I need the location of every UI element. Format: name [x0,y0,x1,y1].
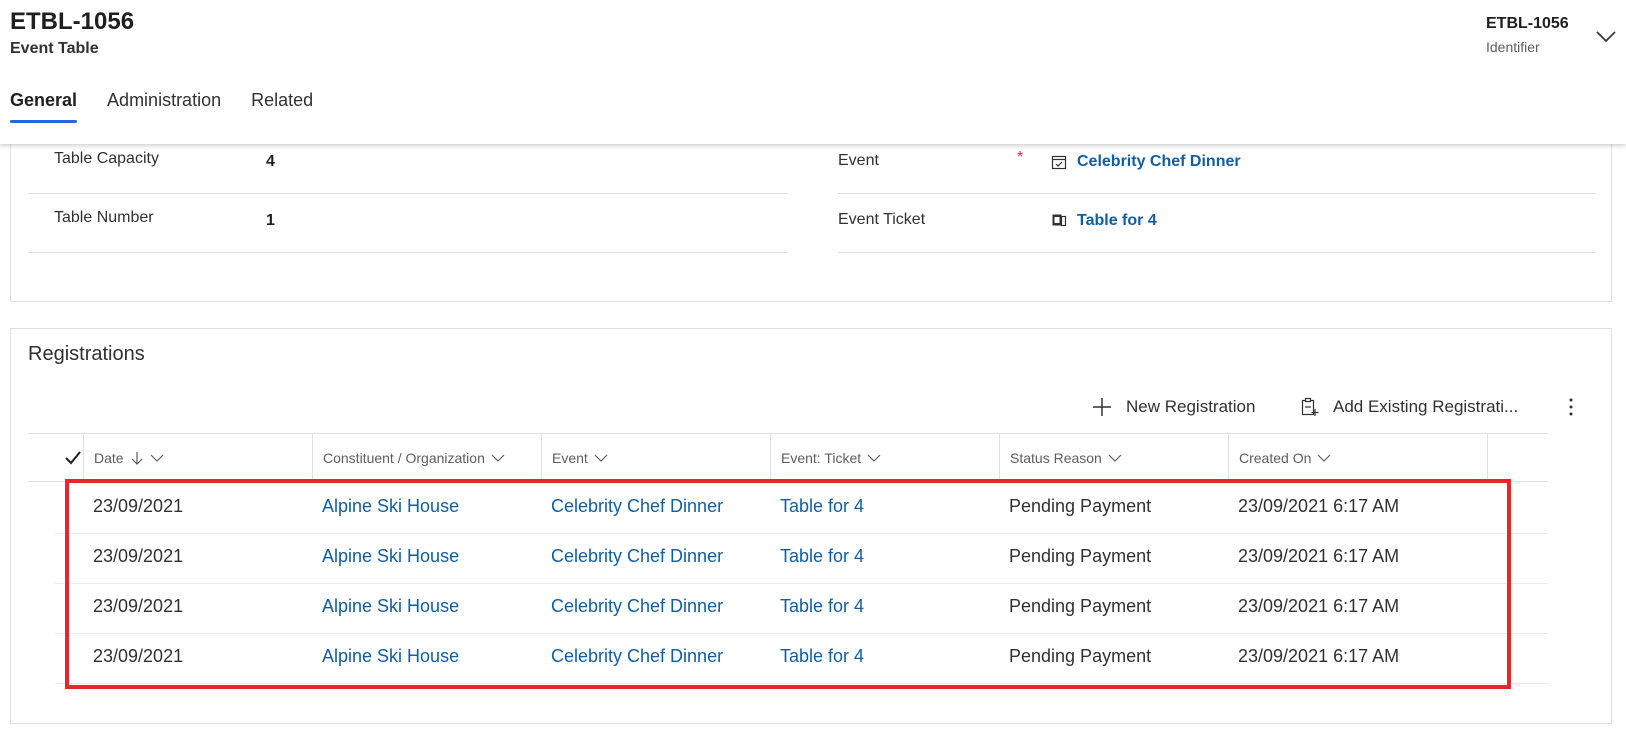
record-header: ETBL-1056 Event Table ETBL-1056 Identifi… [0,0,1626,144]
column-header-constituent[interactable]: Constituent / Organization [312,434,541,481]
general-section: Table Capacity 4 Table Number 1 Event * … [10,120,1612,302]
chevron-down-icon [491,454,505,462]
event-ticket-lookup-link[interactable]: Table for 4 [1077,212,1157,230]
column-header-status-reason[interactable]: Status Reason [999,434,1228,481]
chevron-down-icon [1108,454,1122,462]
event-ticket-label: Event Ticket [838,211,926,228]
column-header-date[interactable]: Date [83,434,312,481]
expand-header-chevron-icon[interactable] [1594,26,1618,46]
more-commands-icon[interactable] [1561,395,1581,419]
table-number-value[interactable]: 1 [266,212,275,230]
event-lookup-link[interactable]: Celebrity Chef Dinner [1077,153,1241,171]
table-capacity-label: Table Capacity [54,150,159,167]
new-registration-label: New Registration [1126,397,1256,416]
new-registration-button[interactable]: New Registration [1092,393,1255,421]
tab-general[interactable]: General [10,90,78,126]
record-entity-name: Event Table [10,40,99,57]
field-divider [28,193,788,194]
event-label: Event [838,152,879,169]
column-header-event[interactable]: Event [541,434,770,481]
field-divider [28,252,788,253]
subgrid-title: Registrations [28,343,145,365]
header-identifier-value: ETBL-1056 [1486,15,1569,32]
record-title: ETBL-1056 [10,8,135,35]
calendar-icon [1051,155,1067,170]
tab-administration[interactable]: Administration [107,90,221,126]
chevron-down-icon [1317,454,1331,462]
chevron-down-icon [867,454,881,462]
field-divider [838,193,1596,194]
registrations-subgrid: Registrations New Registration Add Exist… [10,328,1612,724]
select-all-checkmark-icon[interactable] [64,449,82,467]
form-tabs: General Administration Related [10,90,343,126]
clipboard-add-icon [1301,397,1319,416]
chevron-down-icon [150,454,164,462]
header-identifier-label: Identifier [1486,39,1540,55]
required-indicator: * [1017,149,1024,166]
plus-icon [1093,398,1111,416]
column-header-event-ticket[interactable]: Event: Ticket [770,434,999,481]
column-header-created-on[interactable]: Created On [1228,434,1488,481]
chevron-down-icon [594,454,608,462]
field-divider [838,252,1596,253]
table-capacity-value[interactable]: 4 [266,153,275,171]
ticket-icon [1052,214,1067,227]
add-existing-registration-button[interactable]: Add Existing Registrati... [1299,393,1518,421]
add-existing-registration-label: Add Existing Registrati... [1333,397,1519,416]
grid-header: Date Constituent / Organization Event Ev… [28,433,1548,482]
sort-descending-icon [131,451,143,465]
table-number-label: Table Number [54,209,154,226]
tab-related[interactable]: Related [251,90,313,126]
highlight-box [65,479,1511,689]
